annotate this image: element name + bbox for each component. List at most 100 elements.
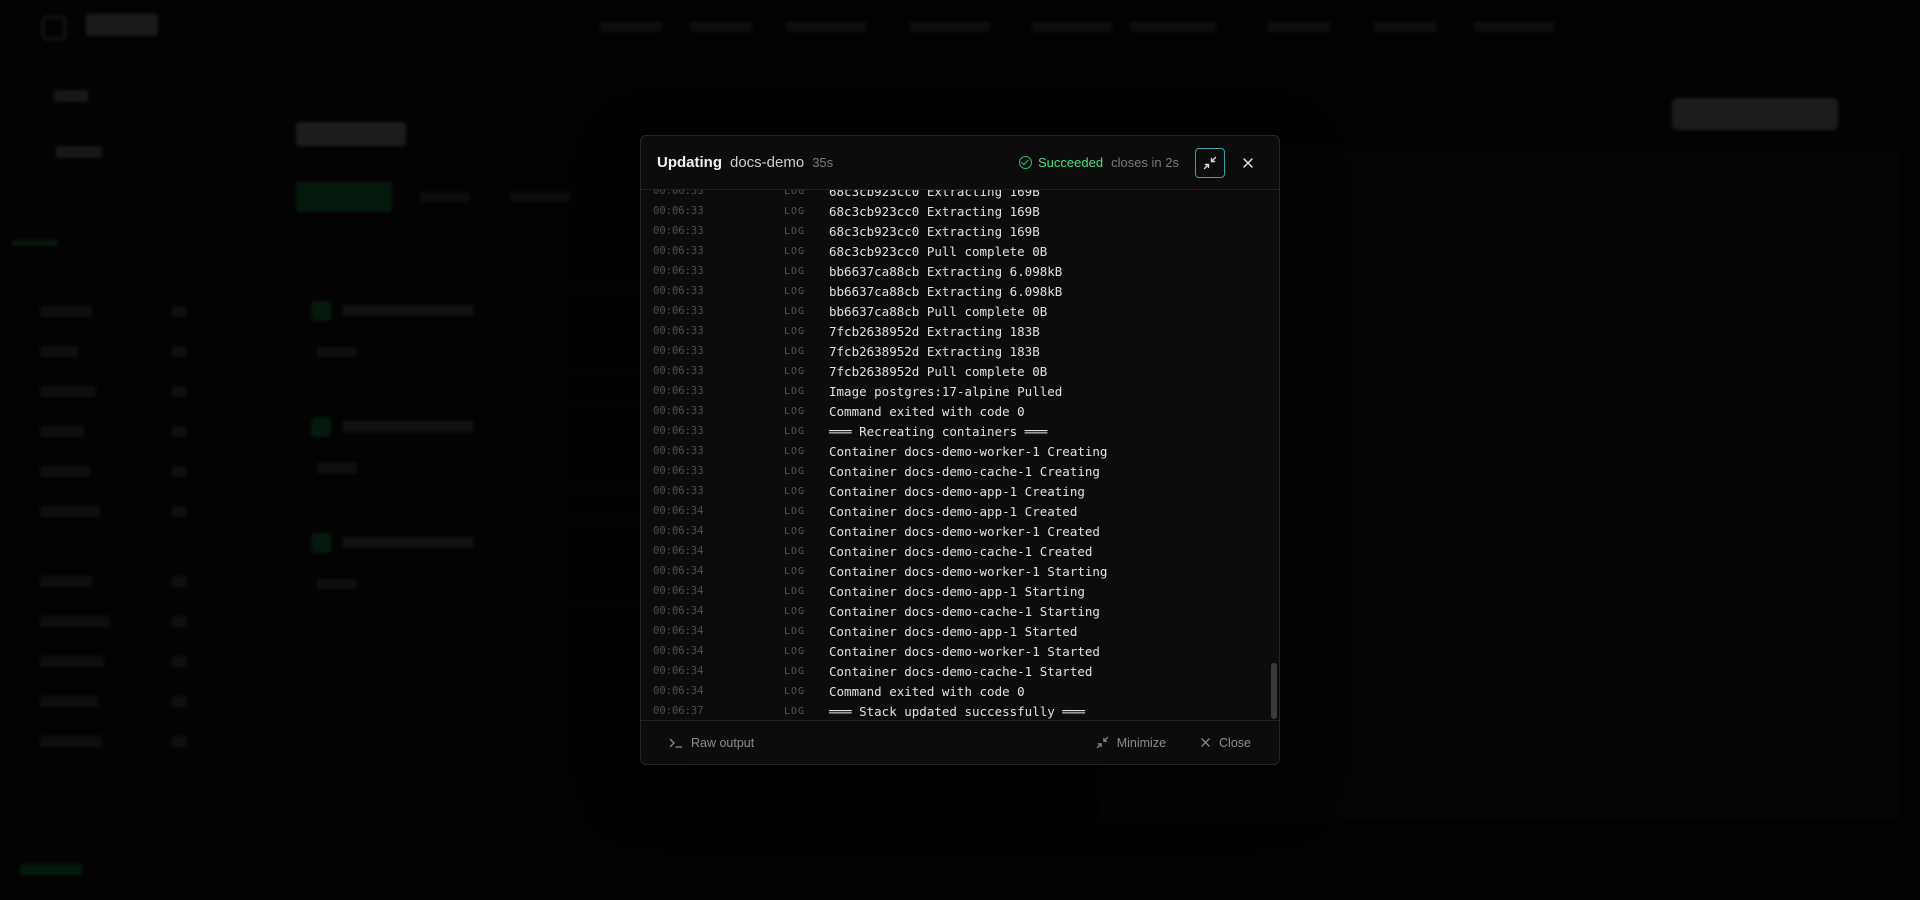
elapsed-time: 35s: [812, 155, 834, 170]
log-row: 00:06:34 LOG Command exited with code 0: [641, 681, 1279, 701]
log-level: LOG: [783, 405, 805, 417]
auto-close-timer: closes in 2s: [1111, 155, 1179, 170]
log-row: 00:06:33 LOG Container docs-demo-app-1 Cre…: [641, 481, 1279, 501]
log-message: Container docs-demo-cache-1 Starting: [829, 603, 1100, 619]
log-level: LOG: [783, 190, 805, 197]
log-timestamp: 00:06:33: [653, 345, 704, 357]
log-row: 00:06:37 LOG ═══ Stack updated successfull…: [641, 701, 1279, 721]
log-row: 00:06:34 LOG Container docs-demo-cache-1 S…: [641, 661, 1279, 681]
log-message: Container docs-demo-app-1 Created: [829, 503, 1078, 519]
log-message: Image postgres:17-alpine Pulled: [829, 383, 1063, 399]
log-level: LOG: [783, 505, 805, 517]
log-row: 00:06:33 LOG Container docs-demo-cache-1 C…: [641, 461, 1279, 481]
raw-output-label: Raw output: [691, 735, 755, 750]
log-timestamp: 00:06:33: [653, 190, 704, 197]
minimize-button[interactable]: Minimize: [1096, 736, 1166, 750]
log-timestamp: 00:06:33: [653, 405, 704, 417]
log-level: LOG: [783, 385, 805, 397]
close-icon-button[interactable]: [1233, 148, 1263, 178]
log-level: LOG: [783, 665, 805, 677]
log-timestamp: 00:06:33: [653, 465, 704, 477]
log-timestamp: 00:06:34: [653, 665, 704, 677]
close-icon: [1243, 157, 1253, 168]
raw-output-button[interactable]: Raw output: [669, 736, 754, 750]
log-row: 00:06:33 LOG bb6637ca88cb Extracting 6.098…: [641, 261, 1279, 281]
log-level: LOG: [783, 645, 805, 657]
log-message: bb6637ca88cb Extracting 6.098kB: [829, 263, 1063, 279]
status-text: Succeeded: [1038, 155, 1104, 170]
log-timestamp: 00:06:34: [653, 625, 704, 637]
log-message: 68c3cb923cc0 Extracting 169B: [829, 223, 1040, 239]
log-message: Container docs-demo-worker-1 Created: [829, 523, 1100, 539]
log-message: Container docs-demo-worker-1 Started: [829, 643, 1100, 659]
log-message: Container docs-demo-cache-1 Created: [829, 543, 1093, 559]
log-level: LOG: [783, 265, 805, 277]
minimize-arrows-icon: [1203, 156, 1217, 169]
log-timestamp: 00:06:33: [653, 245, 704, 257]
log-row: 00:06:33 LOG 68c3cb923cc0 Extracting 169B: [641, 201, 1279, 221]
log-message: Container docs-demo-worker-1 Creating: [829, 443, 1108, 459]
log-row: 00:06:34 LOG Container docs-demo-worker-1 …: [641, 561, 1279, 581]
log-level: LOG: [783, 605, 805, 617]
log-level: LOG: [783, 525, 805, 537]
minimize-label: Minimize: [1116, 735, 1167, 750]
log-row: 00:06:33 LOG 7fcb2638952d Extracting 183B: [641, 321, 1279, 341]
log-row: 00:06:34 LOG Container docs-demo-worker-1 …: [641, 521, 1279, 541]
log-scrollbar-thumb[interactable]: [1271, 663, 1277, 719]
log-scrollbar[interactable]: [1269, 190, 1277, 722]
log-timestamp: 00:06:34: [653, 685, 704, 697]
log-message: Container docs-demo-app-1 Creating: [829, 483, 1085, 499]
log-timestamp: 00:06:34: [653, 565, 704, 577]
log-timestamp: 00:06:33: [653, 225, 704, 237]
log-level: LOG: [783, 585, 805, 597]
close-label: Close: [1219, 735, 1251, 750]
log-timestamp: 00:06:34: [653, 545, 704, 557]
log-level: LOG: [783, 225, 805, 237]
log-level: LOG: [783, 285, 805, 297]
log-level: LOG: [783, 205, 805, 217]
log-level: LOG: [783, 425, 805, 437]
close-button[interactable]: Close: [1200, 736, 1251, 750]
log-row: 00:06:33 LOG 68c3cb923cc0 Pull complete 0B: [641, 241, 1279, 261]
log-level: LOG: [783, 345, 805, 357]
log-level: LOG: [783, 245, 805, 257]
log-message: 68c3cb923cc0 Extracting 169B: [829, 203, 1040, 219]
log-output[interactable]: 00:06:33 LOG 68c3cb923cc0 Extracting 169B 0…: [641, 190, 1279, 722]
check-circle-icon: [1019, 156, 1033, 169]
log-level: LOG: [783, 625, 805, 637]
log-level: LOG: [783, 485, 805, 497]
log-message: 7fcb2638952d Extracting 183B: [829, 343, 1040, 359]
log-timestamp: 00:06:34: [653, 585, 704, 597]
modal-header: Updating docs-demo 35s Succeeded closes …: [641, 136, 1279, 190]
log-timestamp: 00:06:33: [653, 385, 704, 397]
log-level: LOG: [783, 325, 805, 337]
log-row: 00:06:33 LOG Container docs-demo-worker-1 …: [641, 441, 1279, 461]
log-row: 00:06:33 LOG Image postgres:17-alpine Pull…: [641, 381, 1279, 401]
log-list: 00:06:33 LOG 68c3cb923cc0 Extracting 169B 0…: [641, 190, 1279, 721]
minimize-arrows-icon: [1096, 736, 1108, 749]
log-message: 7fcb2638952d Extracting 183B: [829, 323, 1040, 339]
modal-footer: Raw output Minimize Close: [641, 720, 1279, 764]
log-level: LOG: [783, 445, 805, 457]
log-row: 00:06:33 LOG 7fcb2638952d Extracting 183B: [641, 341, 1279, 361]
log-message: Command exited with code 0: [829, 683, 1025, 699]
log-row: 00:06:34 LOG Container docs-demo-worker-1 …: [641, 641, 1279, 661]
log-row: 00:06:33 LOG 68c3cb923cc0 Extracting 169B: [641, 221, 1279, 241]
log-timestamp: 00:06:34: [653, 525, 704, 537]
minimize-icon-button[interactable]: [1195, 147, 1225, 178]
log-level: LOG: [783, 465, 805, 477]
close-icon: [1201, 738, 1210, 747]
log-message: ═══ Stack updated successfully ═══: [829, 703, 1085, 719]
log-timestamp: 00:06:33: [653, 285, 704, 297]
status-badge: Succeeded closes in 2s: [1019, 155, 1179, 170]
log-timestamp: 00:06:34: [653, 505, 704, 517]
modal-title: Updating: [657, 154, 722, 171]
log-timestamp: 00:06:34: [653, 605, 704, 617]
stack-name: docs-demo: [730, 154, 805, 171]
terminal-icon: [669, 738, 683, 748]
log-message: Container docs-demo-app-1 Started: [829, 623, 1078, 639]
log-message: 7fcb2638952d Pull complete 0B: [829, 363, 1048, 379]
log-timestamp: 00:06:33: [653, 425, 704, 437]
log-level: LOG: [783, 565, 805, 577]
log-message: 68c3cb923cc0 Pull complete 0B: [829, 243, 1048, 259]
